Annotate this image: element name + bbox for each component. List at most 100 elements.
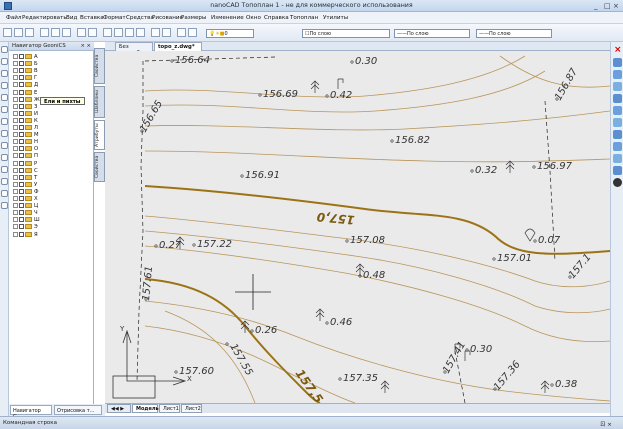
checkbox[interactable]: [19, 75, 24, 81]
block-icon[interactable]: [1, 178, 8, 185]
text-icon[interactable]: [1, 154, 8, 161]
expand-icon[interactable]: [13, 139, 18, 145]
checkbox[interactable]: [19, 167, 24, 173]
expand-icon[interactable]: [13, 132, 18, 138]
expand-icon[interactable]: [13, 68, 18, 74]
expand-icon[interactable]: [13, 110, 18, 116]
zoom-window-icon[interactable]: [136, 28, 145, 37]
tree-item[interactable]: И: [13, 110, 38, 118]
line-icon[interactable]: [1, 46, 8, 53]
checkbox[interactable]: [19, 231, 24, 237]
trim-icon[interactable]: [613, 154, 622, 163]
expand-icon[interactable]: [13, 61, 18, 67]
zoom-out-icon[interactable]: [125, 28, 134, 37]
delete-icon[interactable]: ×: [614, 45, 622, 55]
minimize-button[interactable]: _: [594, 2, 598, 10]
mirror-icon[interactable]: [613, 70, 622, 79]
tree-item[interactable]: Е: [13, 89, 37, 97]
zoom-in-icon[interactable]: [114, 28, 123, 37]
topographic-plan[interactable]: Y X 156.64156.65156.69 0.420.30156.87156.…: [105, 51, 610, 403]
move-icon[interactable]: [613, 106, 622, 115]
expand-icon[interactable]: [13, 125, 18, 130]
cut-icon[interactable]: [40, 28, 49, 37]
expand-icon[interactable]: [13, 181, 18, 187]
checkbox[interactable]: [19, 217, 24, 223]
tree-item[interactable]: Х: [13, 196, 38, 203]
layers-icon[interactable]: [188, 28, 197, 37]
checkbox[interactable]: [19, 196, 24, 201]
menu-edit[interactable]: Редактировать: [22, 15, 67, 21]
expand-icon[interactable]: [13, 89, 18, 95]
checkbox[interactable]: [19, 181, 24, 187]
expand-icon[interactable]: [13, 174, 18, 180]
checkbox[interactable]: [19, 54, 24, 59]
explode-icon[interactable]: [613, 178, 622, 187]
tree-item[interactable]: К: [13, 117, 38, 125]
print-icon[interactable]: [151, 28, 160, 37]
checkbox[interactable]: [19, 188, 24, 194]
tree-item[interactable]: А: [13, 54, 38, 61]
expand-icon[interactable]: [13, 103, 18, 109]
tree-item[interactable]: Ш: [13, 217, 40, 224]
rotate-icon[interactable]: [613, 118, 622, 127]
checkbox[interactable]: [19, 103, 24, 109]
arc-icon[interactable]: [1, 70, 8, 77]
menu-format[interactable]: Формат: [103, 15, 126, 21]
menu-draw[interactable]: Рисование: [152, 15, 183, 21]
tab-navigator[interactable]: Навигатор G...: [10, 405, 52, 420]
expand-icon[interactable]: [13, 146, 18, 152]
menu-utilities[interactable]: Утилиты: [323, 15, 348, 21]
menu-file[interactable]: Файл: [6, 15, 21, 21]
extend-icon[interactable]: [613, 166, 622, 175]
spline-icon[interactable]: [1, 118, 8, 125]
tab-properties[interactable]: Свойства: [94, 48, 105, 84]
tree-item[interactable]: М: [13, 132, 39, 139]
expand-icon[interactable]: [13, 160, 18, 166]
checkbox[interactable]: [19, 146, 24, 152]
redo-icon[interactable]: [88, 28, 97, 37]
expand-icon[interactable]: [13, 224, 18, 230]
expand-icon[interactable]: [13, 188, 18, 194]
checkbox[interactable]: [19, 89, 24, 95]
eraser-icon[interactable]: [177, 28, 186, 37]
tab-model[interactable]: Модель: [132, 404, 159, 413]
tab-sheet1[interactable]: Лист1: [159, 404, 180, 413]
tree-item[interactable]: О: [13, 146, 38, 153]
offset-icon[interactable]: [613, 82, 622, 91]
checkbox[interactable]: [19, 68, 24, 74]
expand-icon[interactable]: [13, 54, 18, 59]
ellipse-icon[interactable]: [1, 130, 8, 137]
image-icon[interactable]: [1, 202, 8, 209]
tree-item[interactable]: Г: [13, 75, 37, 82]
tree-item[interactable]: Р: [13, 160, 37, 168]
checkbox[interactable]: [19, 125, 24, 130]
checkbox[interactable]: [19, 210, 24, 216]
copy-object-icon[interactable]: [613, 58, 622, 67]
tree-item[interactable]: Ж: [13, 96, 40, 104]
table-icon[interactable]: [1, 190, 8, 197]
tree-item[interactable]: В: [13, 68, 38, 75]
checkbox[interactable]: [19, 139, 24, 145]
expand-icon[interactable]: [13, 167, 18, 173]
tree-item[interactable]: С: [13, 167, 38, 175]
tree-item[interactable]: У: [13, 181, 37, 189]
tree-item[interactable]: Н: [13, 139, 38, 146]
pan-icon[interactable]: [103, 28, 112, 37]
tree-item[interactable]: Ц: [13, 203, 38, 210]
tree-item[interactable]: Ч: [13, 210, 38, 217]
tab-sheet2[interactable]: Лист2: [181, 404, 202, 413]
menu-window[interactable]: Окно: [246, 15, 261, 21]
tree-item[interactable]: Т: [13, 174, 37, 182]
expand-icon[interactable]: [13, 82, 18, 88]
polyline-icon[interactable]: [1, 58, 8, 65]
hatch-icon[interactable]: [1, 142, 8, 149]
tree-item[interactable]: Ф: [13, 188, 39, 196]
tree-item[interactable]: Л: [13, 125, 38, 132]
new-file-icon[interactable]: [3, 28, 12, 37]
menu-insert[interactable]: Вставка: [80, 15, 104, 21]
properties-icon[interactable]: [162, 28, 171, 37]
expand-icon[interactable]: [13, 217, 18, 223]
color-select[interactable]: ☐По слою: [302, 29, 390, 38]
expand-icon[interactable]: [13, 117, 18, 123]
expand-icon[interactable]: [13, 75, 18, 81]
